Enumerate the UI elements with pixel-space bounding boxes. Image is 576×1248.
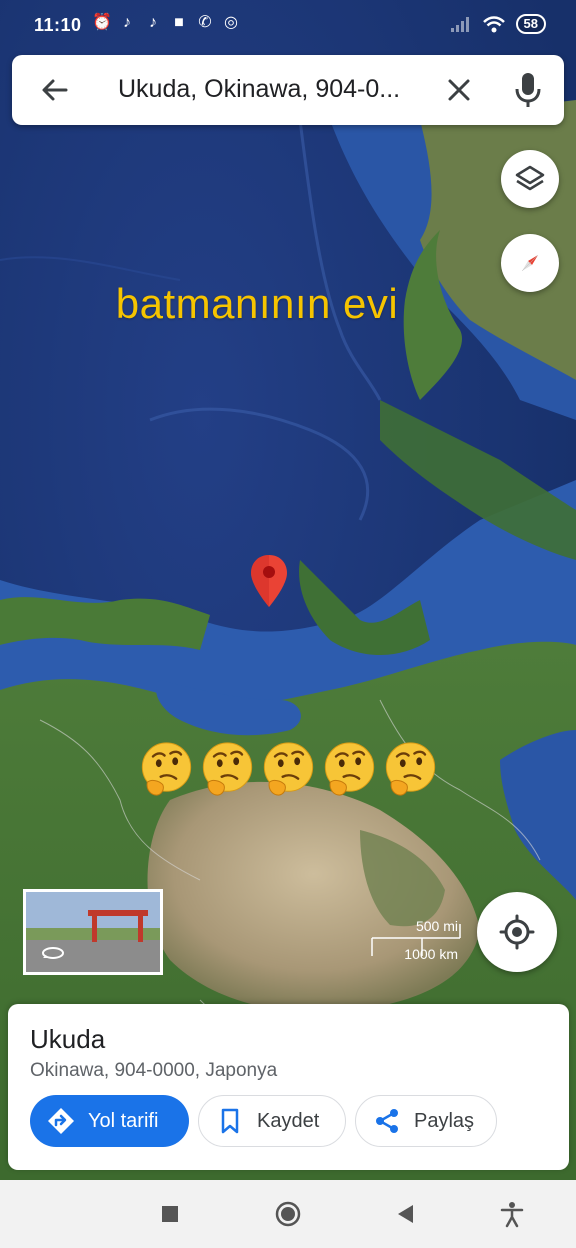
thinking-face-icon [324,742,375,796]
thinking-face-icon [263,742,314,796]
bookmark-icon [221,1108,239,1134]
share-label: Paylaş [414,1109,475,1132]
directions-icon [48,1108,74,1134]
arrow-left-icon[interactable] [36,71,74,109]
thinking-face-icon [202,742,253,796]
directions-button[interactable]: Yol tarifi [30,1095,189,1147]
map-pin-icon[interactable] [248,553,290,609]
instagram-icon: ◎ [224,14,238,31]
place-address: Okinawa, 904-0000, Japonya [30,1060,278,1081]
search-bar[interactable]: Ukuda, Okinawa, 904-0... [12,55,564,125]
layers-button[interactable] [501,150,559,208]
status-time: 11:10 [34,15,82,35]
alarm-icon: ⏰ [92,14,112,31]
search-input[interactable]: Ukuda, Okinawa, 904-0... [118,75,438,104]
home-icon[interactable] [274,1200,302,1228]
status-bar: 11:10 ⏰ ♪ ♪ ■ ✆ ◎ 58 [0,0,576,52]
notification-icons: ⏰ ♪ ♪ ■ ✆ ◎ [92,14,240,32]
place-info-card[interactable]: Ukuda Okinawa, 904-0000, Japonya Yol tar… [8,1004,569,1170]
video-camera-icon: ■ [174,14,184,31]
accessibility-icon[interactable] [498,1200,526,1228]
layers-icon [515,165,545,191]
system-status: 58 [450,14,546,34]
back-icon[interactable] [392,1200,420,1228]
microphone-icon[interactable] [510,69,546,111]
battery-level: 58 [515,14,546,34]
missed-call-icon: ✆ [198,14,212,31]
tiktok-icon: ♪ [123,14,131,31]
directions-label: Yol tarifi [88,1109,159,1132]
street-view-thumbnail[interactable] [23,889,163,975]
scale-miles-label: 500 mi [415,918,458,934]
tiktok-icon: ♪ [149,14,157,31]
system-nav-bar [0,1180,576,1248]
rotate-360-icon [42,947,64,959]
share-button[interactable]: Paylaş [355,1095,497,1147]
scale-km-label: 1000 km [404,946,458,962]
wifi-icon [482,16,505,33]
overlay-caption: batmanının evi [115,280,399,327]
save-label: Kaydet [257,1109,320,1132]
place-title: Ukuda [30,1024,106,1054]
thinking-face-icon [141,742,192,796]
my-location-icon [499,914,535,950]
map-scale: 500 mi 1000 km [370,916,462,962]
thinking-face-icon [385,742,436,796]
emoji-sticker-row [137,740,440,800]
close-icon[interactable] [440,71,478,109]
save-button[interactable]: Kaydet [198,1095,346,1147]
recent-apps-icon[interactable] [156,1200,184,1228]
share-icon [376,1109,398,1133]
my-location-button[interactable] [477,892,557,972]
signal-icon [450,17,469,32]
